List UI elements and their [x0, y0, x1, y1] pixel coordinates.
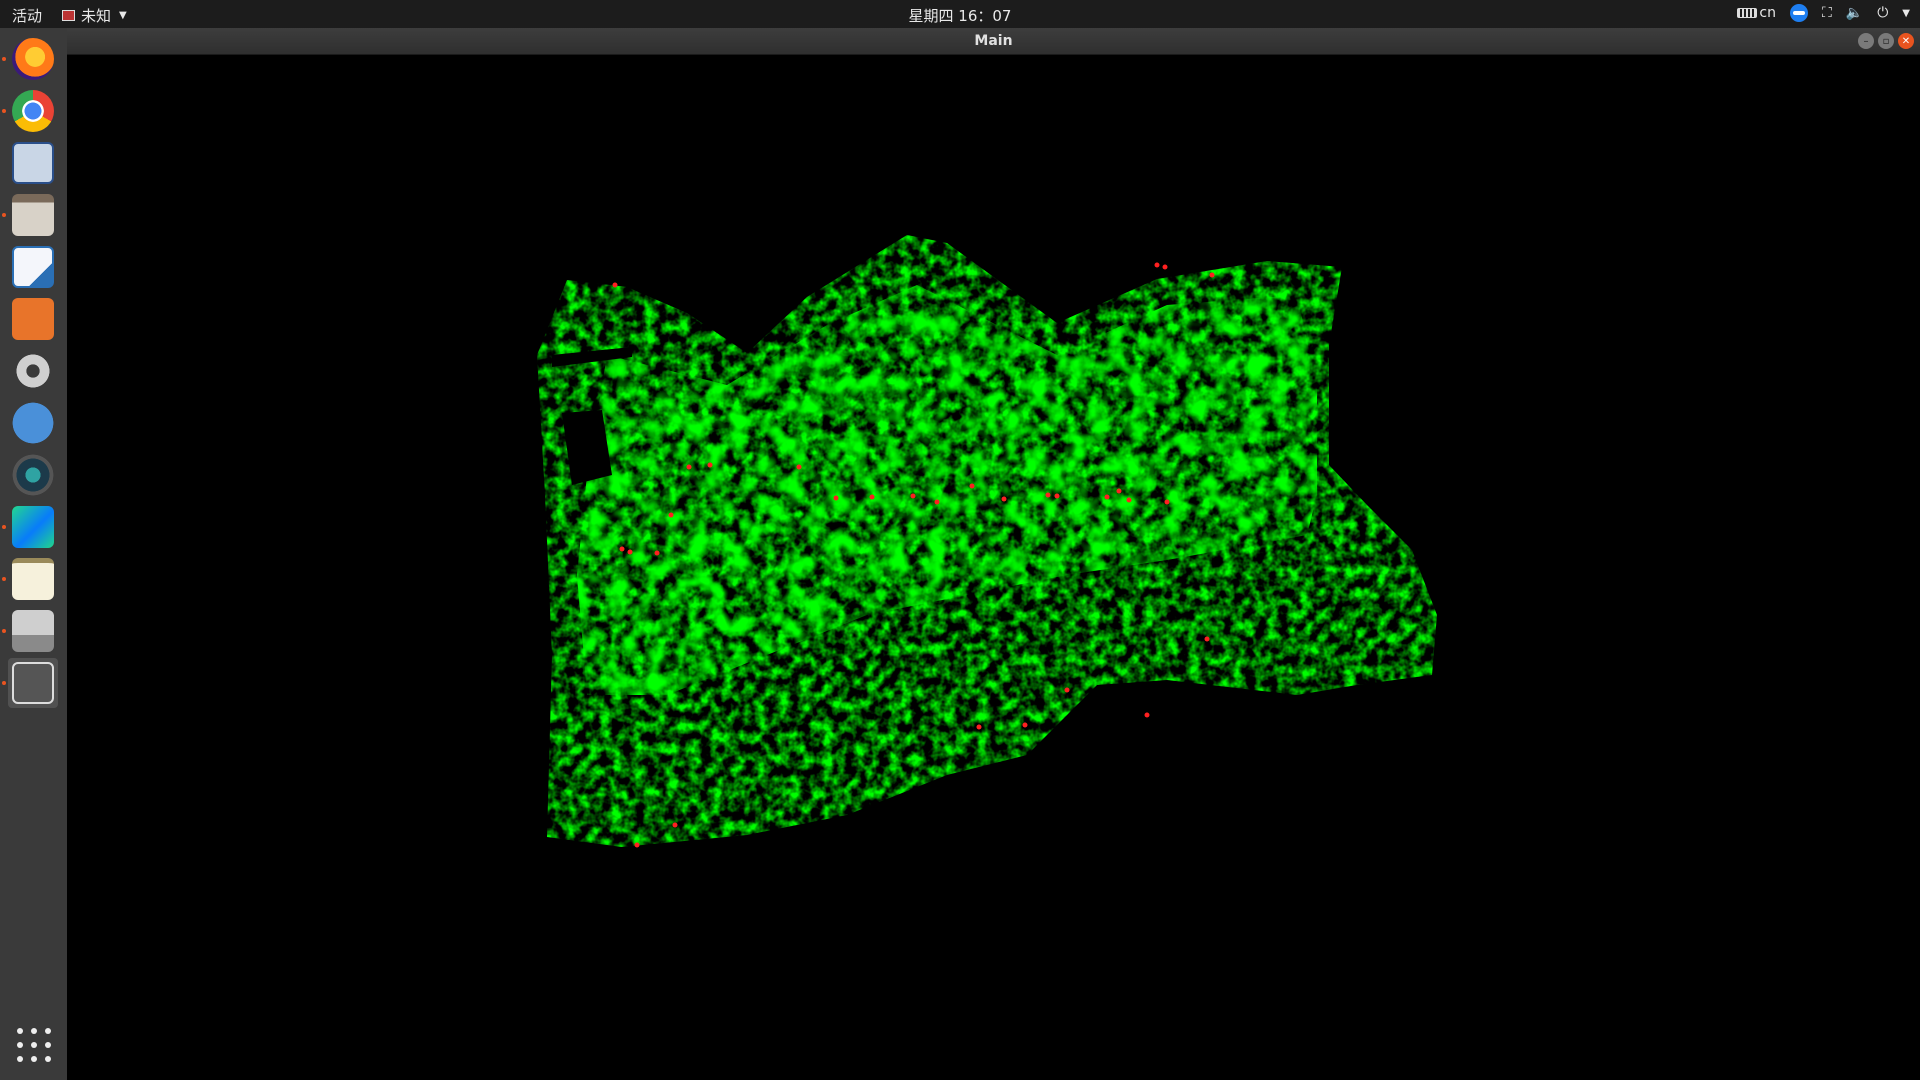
- grid-dot: [45, 1028, 51, 1034]
- highlight-point: [1116, 488, 1122, 494]
- highlight-point: [869, 494, 875, 500]
- highlight-point: [1126, 497, 1132, 503]
- system-tray: cn ⛶ 🔈 ⏻ ▼: [1737, 4, 1910, 22]
- running-indicator: [2, 57, 6, 61]
- chrome-icon: [12, 90, 54, 132]
- highlight-point: [668, 512, 674, 518]
- top-bar: 活动 未知 ▼ 星期四 16：07 cn ⛶ 🔈 ⏻ ▼: [0, 0, 1920, 28]
- highlight-point: [686, 464, 692, 470]
- clion-icon: [12, 506, 54, 548]
- highlight-point: [833, 495, 839, 501]
- maximize-button[interactable]: ▫: [1878, 33, 1894, 49]
- main-app-icon: [12, 662, 54, 704]
- dock-item[interactable]: [2, 190, 58, 240]
- point-cloud-viewer[interactable]: [67, 55, 1920, 1080]
- highlight-point: [627, 549, 633, 555]
- power-icon[interactable]: ⏻: [1877, 5, 1888, 21]
- highlight-point: [910, 493, 916, 499]
- highlight-point: [707, 462, 713, 468]
- highlight-point: [634, 842, 640, 848]
- highlight-point: [969, 483, 975, 489]
- highlight-point: [1045, 492, 1051, 498]
- highlight-point: [654, 550, 660, 556]
- camera-app-icon: [12, 454, 54, 496]
- running-indicator: [2, 525, 6, 529]
- dock-item[interactable]: [2, 606, 58, 656]
- dock-item[interactable]: [8, 294, 58, 344]
- dock-item[interactable]: [8, 242, 58, 292]
- highlight-point: [672, 822, 678, 828]
- software-center-icon: [12, 298, 54, 340]
- grid-dot: [17, 1042, 23, 1048]
- text-editor-icon: [12, 558, 54, 600]
- highlight-point: [796, 464, 802, 470]
- close-button[interactable]: ✕: [1898, 33, 1914, 49]
- dock-item[interactable]: [2, 658, 58, 708]
- highlight-point: [1064, 687, 1070, 693]
- keyboard-layout-label: cn: [1759, 5, 1776, 21]
- volume-icon[interactable]: 🔈: [1846, 5, 1863, 21]
- highlight-point: [1022, 722, 1028, 728]
- grid-dot: [45, 1056, 51, 1062]
- grid-dot: [17, 1056, 23, 1062]
- grid-dot: [31, 1056, 37, 1062]
- highlight-point: [1154, 262, 1160, 268]
- system-settings-icon: [12, 350, 54, 392]
- highlight-point: [1164, 499, 1170, 505]
- point-cloud-canvas[interactable]: [67, 55, 1920, 1080]
- keyboard-layout-indicator[interactable]: cn: [1737, 5, 1776, 21]
- scanner-icon: [12, 610, 54, 652]
- running-indicator: [2, 109, 6, 113]
- highlight-point: [1001, 496, 1007, 502]
- minimize-button[interactable]: –: [1858, 33, 1874, 49]
- chevron-down-icon[interactable]: ▼: [1902, 8, 1910, 19]
- highlight-point: [1162, 264, 1168, 270]
- highlight-point: [934, 499, 940, 505]
- running-indicator: [2, 629, 6, 633]
- grid-dot: [31, 1028, 37, 1034]
- file-manager-icon: [12, 194, 54, 236]
- highlight-point: [612, 282, 618, 288]
- dock-item[interactable]: [8, 450, 58, 500]
- grid-dot: [45, 1042, 51, 1048]
- dock-item[interactable]: [2, 502, 58, 552]
- grid-dot: [31, 1042, 37, 1048]
- dock-item[interactable]: [8, 398, 58, 448]
- help-icon: [12, 402, 54, 444]
- cloudcompare-icon: [12, 142, 54, 184]
- highlight-point: [1104, 494, 1110, 500]
- dock-item[interactable]: [8, 346, 58, 396]
- highlight-point: [1204, 636, 1210, 642]
- window-titlebar[interactable]: Main – ▫ ✕: [67, 28, 1920, 55]
- keyboard-icon: [1737, 8, 1758, 18]
- network-icon[interactable]: ⛶: [1822, 5, 1832, 21]
- highlight-point: [1054, 493, 1060, 499]
- dock-item[interactable]: [2, 86, 58, 136]
- show-applications-button[interactable]: [17, 1028, 51, 1062]
- running-indicator: [2, 681, 6, 685]
- highlight-point: [976, 724, 982, 730]
- window-title: Main: [974, 33, 1013, 49]
- dock-item[interactable]: [8, 138, 58, 188]
- dock: [0, 28, 67, 1080]
- dock-item[interactable]: [2, 554, 58, 604]
- libreoffice-writer-icon: [12, 246, 54, 288]
- grid-dot: [17, 1028, 23, 1034]
- clock[interactable]: 星期四 16：07: [0, 5, 1920, 26]
- highlight-point: [619, 546, 625, 552]
- highlight-point: [1144, 712, 1150, 718]
- running-indicator: [2, 213, 6, 217]
- teamviewer-icon[interactable]: [1789, 4, 1808, 22]
- running-indicator: [2, 577, 6, 581]
- firefox-icon: [12, 38, 54, 80]
- window-controls: – ▫ ✕: [1858, 33, 1914, 49]
- dock-item[interactable]: [2, 34, 58, 84]
- highlight-point: [1209, 272, 1215, 278]
